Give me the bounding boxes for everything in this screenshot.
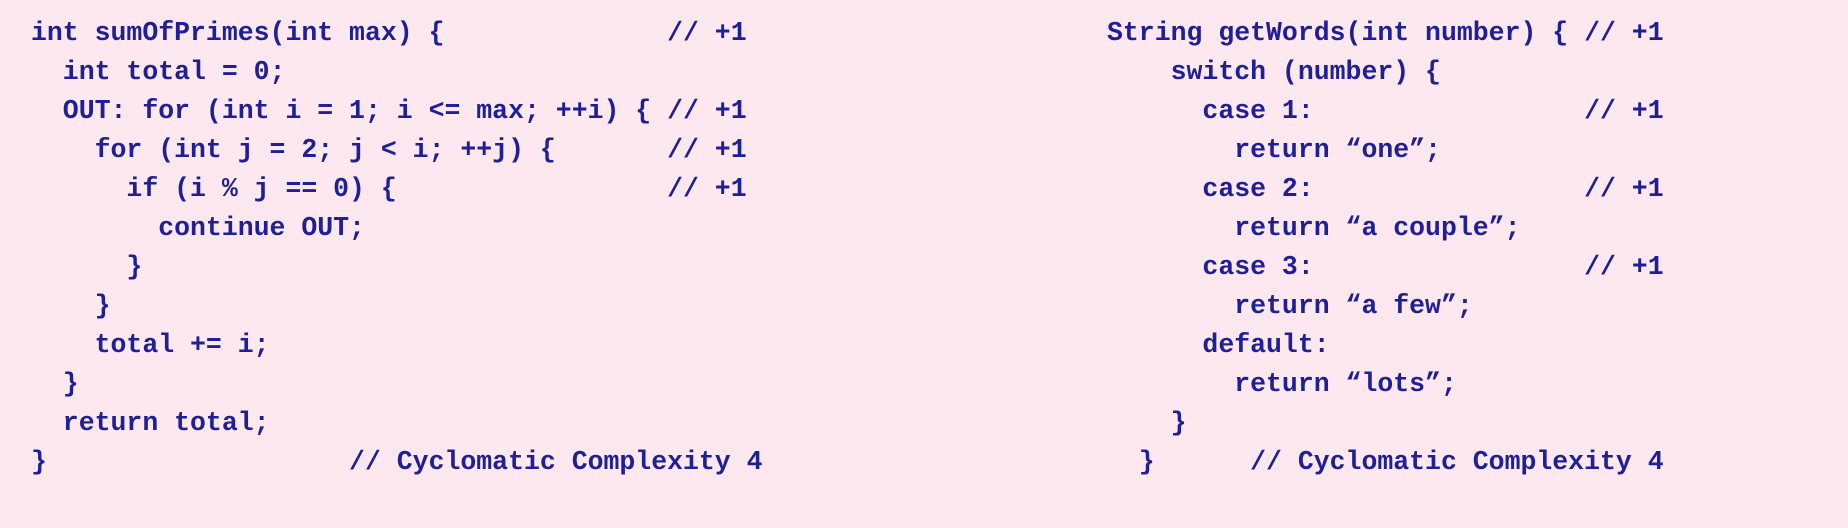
code-line: for (int j = 2; j < i; ++j) { // +1 xyxy=(31,135,747,165)
code-line: } xyxy=(31,291,111,321)
code-line: OUT: for (int i = 1; i <= max; ++i) { //… xyxy=(31,96,747,126)
code-line: case 1: // +1 xyxy=(1107,96,1664,126)
code-line: return “one”; xyxy=(1107,135,1441,165)
code-line: default: xyxy=(1107,330,1330,360)
code-line: return “a few”; xyxy=(1107,291,1473,321)
get-words-code-block: String getWords(int number) { // +1 swit… xyxy=(1107,14,1664,482)
code-line: return “a couple”; xyxy=(1107,213,1521,243)
code-line: int sumOfPrimes(int max) { // +1 xyxy=(31,18,747,48)
code-line: int total = 0; xyxy=(31,57,286,87)
code-line: String getWords(int number) { // +1 xyxy=(1107,18,1664,48)
code-line: if (i % j == 0) { // +1 xyxy=(31,174,747,204)
code-line: return total; xyxy=(31,408,270,438)
code-line: total += i; xyxy=(31,330,270,360)
code-line: } xyxy=(1107,408,1187,438)
code-line: continue OUT; xyxy=(31,213,365,243)
code-line: } xyxy=(31,252,143,282)
code-line: switch (number) { xyxy=(1107,57,1441,87)
code-line: } xyxy=(31,369,79,399)
code-line: case 2: // +1 xyxy=(1107,174,1664,204)
sum-of-primes-code-block: int sumOfPrimes(int max) { // +1 int tot… xyxy=(31,14,763,482)
complexity-summary-line: } // Cyclomatic Complexity 4 xyxy=(31,447,763,477)
code-line: case 3: // +1 xyxy=(1107,252,1664,282)
complexity-summary-line: } // Cyclomatic Complexity 4 xyxy=(1107,447,1664,477)
code-line: return “lots”; xyxy=(1107,369,1457,399)
